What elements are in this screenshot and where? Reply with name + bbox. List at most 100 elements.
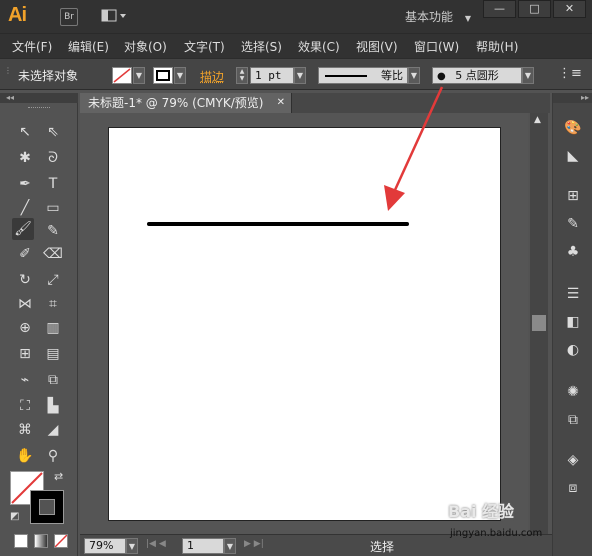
mesh-icon[interactable]: ⊞ <box>14 343 36 365</box>
color-panel-icon[interactable]: 🎨 <box>559 117 587 139</box>
zoom-input[interactable]: 79% <box>84 538 126 554</box>
transparency-icon[interactable]: ◐ <box>559 339 587 361</box>
menu-window[interactable]: 窗口(W) <box>414 38 459 55</box>
zoom-icon[interactable]: ⚲ <box>42 445 64 467</box>
scroll-thumb[interactable] <box>532 315 546 331</box>
rectangle-icon[interactable]: ▭ <box>42 197 64 219</box>
graphic-styles-icon[interactable]: ⧉ <box>559 409 587 431</box>
default-colors-icon[interactable]: ◩ <box>10 511 19 522</box>
artboards-panel-icon[interactable]: ⧈ <box>559 477 587 499</box>
close-button[interactable]: ✕ <box>553 0 586 18</box>
direct-selection-tool-icon[interactable]: ⇖ <box>42 121 64 143</box>
vertical-scrollbar[interactable]: ▲ <box>530 113 548 534</box>
menu-help[interactable]: 帮助(H) <box>476 38 518 55</box>
gradient-mode-icon[interactable] <box>34 534 48 548</box>
gradient-panel-icon[interactable]: ◧ <box>559 311 587 333</box>
stroke-weight-input[interactable]: 1 pt <box>250 67 294 84</box>
brushes-icon[interactable]: ✎ <box>559 213 587 235</box>
stroke-dropdown[interactable]: ▼ <box>174 67 186 84</box>
tools-collapse-icon[interactable]: ◂◂ <box>0 93 78 103</box>
magic-wand-icon[interactable]: ✱ <box>14 147 36 169</box>
menu-file[interactable]: 文件(F) <box>12 38 52 55</box>
stroke-weight-dropdown[interactable]: ▼ <box>294 67 306 84</box>
status-mode: 选择 <box>370 540 395 554</box>
fill-swatch[interactable] <box>112 67 132 84</box>
line-segment-icon[interactable]: ╱ <box>14 197 36 219</box>
symbols-icon[interactable]: ♣ <box>559 241 587 263</box>
appearance-icon[interactable]: ✺ <box>559 381 587 403</box>
tools-panel: ◂◂ ↖ ⇖ ✱ ᘐ ✒ T ╱ ▭ 🖌 ✎ ✐ ⌫ ↻ ⤢ ⋈ ⌗ ⊕ ▥ ⊞… <box>0 93 78 556</box>
annotation-arrow-icon <box>384 86 444 211</box>
brush-dropdown[interactable]: ▼ <box>522 67 534 84</box>
menu-type[interactable]: 文字(T) <box>184 38 225 55</box>
menu-effect[interactable]: 效果(C) <box>298 38 340 55</box>
arrange-documents-button[interactable] <box>100 8 130 26</box>
title-bar: Ai Br 基本功能 ▼ — □ ✕ <box>0 0 592 33</box>
profile-dropdown[interactable]: ▼ <box>408 67 420 84</box>
zoom-dropdown[interactable]: ▼ <box>126 538 138 554</box>
swatches-icon[interactable]: ⊞ <box>559 185 587 207</box>
perspective-grid-icon[interactable]: ▥ <box>42 317 64 339</box>
first-page-icon[interactable]: |◀ ◀ <box>146 539 166 549</box>
fill-dropdown[interactable]: ▼ <box>133 67 145 84</box>
dock-expand-icon[interactable]: ▸▸ <box>553 93 592 103</box>
menu-edit[interactable]: 编辑(E) <box>68 38 109 55</box>
control-bar: ⋮ 未选择对象 ▼ ▼ 描边 ▲ ▼ 1 pt ▼ 等比 ▼ ● 5 点圆形 ▼ … <box>0 58 592 90</box>
brush-definition[interactable]: ● 5 点圆形 <box>432 67 522 84</box>
column-graph-icon[interactable]: ▙ <box>42 395 64 417</box>
panel-menu-icon[interactable]: ⋮≡ <box>558 66 582 81</box>
eyedropper-icon[interactable]: ⌁ <box>14 369 36 391</box>
last-page-icon[interactable]: ▶ ▶| <box>244 539 264 549</box>
shape-builder-icon[interactable]: ⊕ <box>14 317 36 339</box>
control-bar-grip: ⋮ <box>4 66 12 75</box>
bridge-button[interactable]: Br <box>60 8 78 26</box>
menu-view[interactable]: 视图(V) <box>356 38 398 55</box>
menu-select[interactable]: 选择(S) <box>241 38 282 55</box>
lasso-icon[interactable]: ᘐ <box>42 147 64 169</box>
pen-tool-icon[interactable]: ✒ <box>14 173 36 195</box>
scroll-up-icon[interactable]: ▲ <box>534 115 541 125</box>
eraser-icon[interactable]: ⌫ <box>42 243 64 265</box>
width-tool-icon[interactable]: ⋈ <box>14 293 36 315</box>
variable-width-profile[interactable]: 等比 <box>318 67 408 84</box>
stroke-panel-icon[interactable]: ☰ <box>559 283 587 305</box>
page-dropdown[interactable]: ▼ <box>224 538 236 554</box>
ai-logo: Ai <box>8 4 27 26</box>
minimize-button[interactable]: — <box>483 0 516 18</box>
blend-icon[interactable]: ⧉ <box>42 369 64 391</box>
slice-icon[interactable]: ◢ <box>42 419 64 441</box>
artboard-icon[interactable]: ⌘ <box>14 419 36 441</box>
none-mode-icon[interactable] <box>54 534 68 548</box>
hand-icon[interactable]: ✋ <box>14 445 36 467</box>
document-tab[interactable]: 未标题-1* @ 79% (CMYK/预览) ✕ <box>80 93 292 113</box>
chevron-down-icon: ▼ <box>464 14 471 23</box>
pencil-icon[interactable]: ✎ <box>42 220 64 242</box>
paintbrush-icon[interactable]: 🖌 <box>12 218 34 240</box>
stroke-weight-stepper[interactable]: ▲ ▼ <box>236 67 248 84</box>
menu-object[interactable]: 对象(O) <box>124 38 167 55</box>
tab-close-icon[interactable]: ✕ <box>277 93 285 113</box>
color-guide-icon[interactable]: ◣ <box>559 145 587 167</box>
workspace-switcher[interactable]: 基本功能 ▼ <box>405 8 471 25</box>
gradient-icon[interactable]: ▤ <box>42 343 64 365</box>
layers-icon[interactable]: ◈ <box>559 449 587 471</box>
stroke-label[interactable]: 描边 <box>200 68 224 85</box>
selection-tool-icon[interactable]: ↖ <box>14 121 36 143</box>
rotate-icon[interactable]: ↻ <box>14 269 36 291</box>
symbol-sprayer-icon[interactable]: ⛶ <box>14 395 36 417</box>
swap-colors-icon[interactable]: ⇄ <box>54 470 63 483</box>
stroke-profile-label: 等比 <box>381 69 403 82</box>
brush-stroke-line[interactable] <box>147 222 409 226</box>
tools-grip <box>28 107 50 109</box>
stroke-swatch[interactable] <box>153 67 173 84</box>
scale-icon[interactable]: ⤢ <box>42 269 64 291</box>
free-transform-icon[interactable]: ⌗ <box>42 293 64 315</box>
color-mode-icon[interactable] <box>14 534 28 548</box>
stroke-profile-line-icon <box>325 75 367 77</box>
page-input[interactable]: 1 <box>182 538 224 554</box>
stroke-color-box[interactable] <box>30 490 64 524</box>
blob-brush-icon[interactable]: ✐ <box>14 243 36 265</box>
type-tool-icon[interactable]: T <box>42 173 64 195</box>
maximize-button[interactable]: □ <box>518 0 551 18</box>
selection-status: 未选择对象 <box>18 69 79 83</box>
